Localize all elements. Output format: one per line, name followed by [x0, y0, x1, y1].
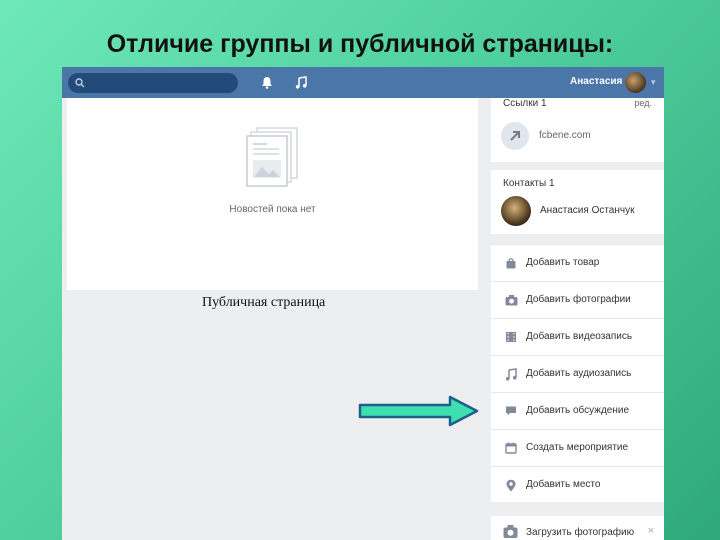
add-video-button[interactable]: Добавить видеозапись — [491, 318, 664, 355]
user-avatar[interactable] — [625, 72, 646, 93]
arrow-right-icon — [358, 395, 479, 427]
add-place-button[interactable]: Добавить место — [491, 466, 664, 502]
add-video-label: Добавить видеозапись — [526, 331, 633, 342]
actions-list: Добавить товар Добавить фотографии Добав… — [491, 244, 664, 502]
contact-name[interactable]: Анастасия Останчук — [540, 205, 634, 216]
add-place-label: Добавить место — [526, 479, 601, 490]
search-box[interactable] — [68, 73, 238, 93]
caption-public-page: Публичная страница — [202, 295, 326, 310]
vk-screenshot: Анастасия ▾ Новостей пока нет Публичная … — [62, 67, 664, 540]
add-product-label: Добавить товар — [526, 257, 600, 268]
link-item[interactable]: fcbene.com — [491, 119, 664, 153]
bag-icon — [506, 258, 516, 269]
film-icon — [506, 332, 516, 342]
upload-photo-label: Загрузить фотографию — [526, 527, 635, 538]
empty-news-text: Новостей пока нет — [229, 204, 316, 215]
calendar-icon — [505, 442, 517, 454]
user-name[interactable]: Анастасия — [570, 76, 622, 87]
map-pin-icon — [506, 479, 516, 492]
add-discussion-button[interactable]: Добавить обсуждение — [491, 392, 664, 429]
contacts-block: Контакты 1 Анастасия Останчук — [491, 170, 664, 234]
link-thumbnail — [501, 122, 529, 150]
camera-icon — [505, 295, 518, 306]
search-icon — [75, 78, 85, 88]
chevron-down-icon[interactable]: ▾ — [651, 77, 656, 88]
add-photos-button[interactable]: Добавить фотографии — [491, 281, 664, 318]
add-photos-label: Добавить фотографии — [526, 294, 631, 305]
empty-news-icon — [246, 127, 298, 187]
chat-bubble-icon — [506, 406, 516, 416]
music-icon[interactable] — [295, 76, 307, 89]
add-audio-button[interactable]: Добавить аудиозапись — [491, 355, 664, 392]
contact-item[interactable]: Анастасия Останчук — [491, 193, 664, 229]
music-note-icon — [505, 368, 517, 381]
close-icon[interactable]: × — [648, 525, 654, 537]
link-url[interactable]: fcbene.com — [539, 130, 591, 141]
top-navigation-bar: Анастасия ▾ — [62, 67, 664, 98]
search-input[interactable] — [90, 75, 230, 91]
slide-title: Отличие группы и публичной страницы: — [106, 30, 614, 58]
add-discussion-label: Добавить обсуждение — [526, 405, 630, 416]
camera-icon — [503, 525, 518, 538]
add-audio-label: Добавить аудиозапись — [526, 368, 632, 379]
contacts-header[interactable]: Контакты 1 — [491, 178, 664, 189]
create-event-button[interactable]: Создать мероприятие — [491, 429, 664, 466]
edit-links-link[interactable]: ред. — [634, 98, 652, 108]
right-sidebar: Ссылки 1 ред. fcbene.com Контакты 1 Анас… — [491, 98, 664, 502]
upload-photo-bar[interactable]: Загрузить фотографию × — [491, 516, 664, 540]
bell-icon[interactable] — [261, 76, 273, 89]
news-feed-card: Новостей пока нет — [67, 98, 478, 290]
links-block: Ссылки 1 ред. fcbene.com — [491, 98, 664, 162]
add-product-button[interactable]: Добавить товар — [491, 244, 664, 281]
contact-avatar[interactable] — [501, 196, 531, 226]
create-event-label: Создать мероприятие — [526, 442, 629, 453]
arrow-up-right-icon — [510, 131, 520, 141]
